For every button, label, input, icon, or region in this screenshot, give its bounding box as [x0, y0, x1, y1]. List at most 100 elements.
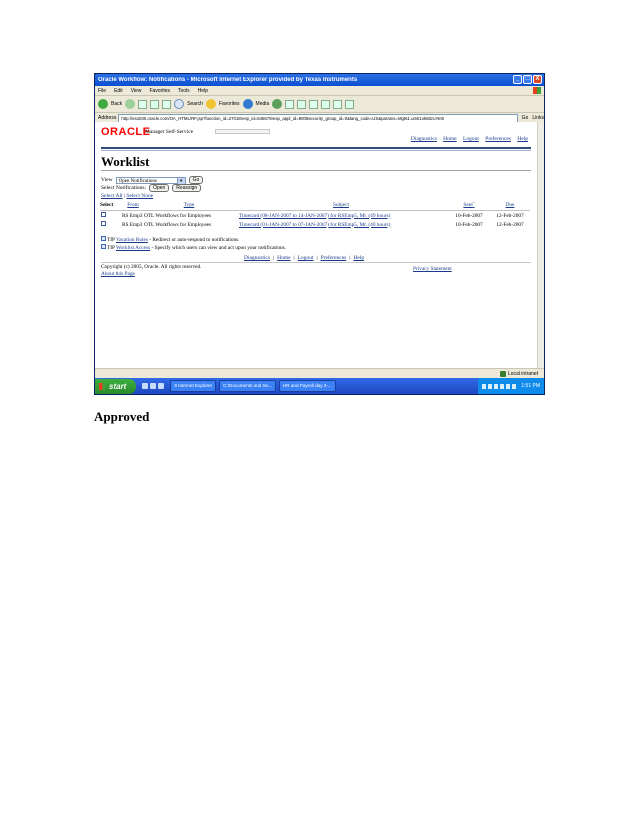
- column-header-type[interactable]: Type: [144, 202, 234, 211]
- worklist-access-link[interactable]: Worklist Access: [116, 245, 150, 251]
- column-header-subject[interactable]: Subject: [234, 202, 448, 211]
- footer-divider: [101, 262, 531, 263]
- tip-icon: [101, 236, 106, 241]
- column-header-due[interactable]: Due: [490, 202, 530, 211]
- close-button[interactable]: X: [533, 75, 542, 84]
- tray-icon[interactable]: [494, 383, 499, 389]
- address-go-button[interactable]: Go: [520, 115, 531, 121]
- tray-icon[interactable]: [488, 383, 493, 389]
- global-link-help[interactable]: Help: [517, 136, 528, 142]
- taskbar-item-hr-payroll[interactable]: HR and Payroll day 3-...: [278, 380, 336, 392]
- maximize-button[interactable]: □: [523, 75, 532, 84]
- tray-icon[interactable]: [500, 383, 505, 389]
- quick-launch-icon[interactable]: [150, 383, 157, 389]
- selection-links: Select All | Select None: [101, 193, 153, 199]
- global-link-preferences[interactable]: Preferences: [485, 136, 511, 142]
- minimize-button[interactable]: _: [513, 75, 522, 84]
- menu-edit[interactable]: Edit: [114, 88, 123, 94]
- home-icon[interactable]: [162, 99, 172, 109]
- messenger-icon[interactable]: [345, 99, 355, 109]
- about-page-link[interactable]: About this Page: [101, 271, 135, 277]
- column-header-from[interactable]: From: [122, 202, 144, 211]
- view-select[interactable]: Open Notifications ▼: [115, 176, 186, 184]
- forward-arrow-icon[interactable]: [125, 99, 136, 109]
- history-icon[interactable]: [272, 99, 283, 109]
- tray-icon[interactable]: [512, 383, 517, 389]
- open-button[interactable]: Open: [149, 184, 170, 192]
- copyright-text: Copyright (c) 2005, Oracle. All rights r…: [101, 264, 202, 270]
- menu-tools[interactable]: Tools: [178, 88, 190, 94]
- folder-icon[interactable]: [333, 99, 343, 109]
- vertical-scrollbar[interactable]: [537, 122, 544, 368]
- stop-icon[interactable]: [138, 99, 148, 109]
- tray-icon[interactable]: [506, 383, 511, 389]
- media-button-label[interactable]: Media: [256, 101, 270, 107]
- footer-link-diagnostics[interactable]: Diagnostics: [244, 255, 270, 261]
- vacation-rules-link[interactable]: Vacation Rules: [116, 237, 148, 243]
- brand-decoration: [215, 129, 270, 134]
- view-go-button[interactable]: Go: [188, 176, 204, 184]
- selection-separator: |: [123, 193, 126, 199]
- row-type: OTL Workflows for Employees: [144, 221, 212, 228]
- tray-icon[interactable]: [482, 383, 487, 389]
- menu-file[interactable]: File: [98, 88, 106, 94]
- menu-help[interactable]: Help: [198, 88, 208, 94]
- global-link-diagnostics[interactable]: Diagnostics: [411, 136, 437, 142]
- title-bar: Oracle Workflow: Notifications - Microso…: [95, 74, 544, 86]
- tip-vacation-rules: TIP Vacation Rules - Redirect or auto-re…: [101, 236, 286, 244]
- row-checkbox[interactable]: [101, 212, 106, 217]
- view-label: View: [101, 177, 113, 183]
- refresh-icon[interactable]: [150, 99, 160, 109]
- tip-text: - Specify which users can view and act u…: [150, 245, 287, 251]
- favorites-button-label[interactable]: Favorites: [219, 101, 240, 107]
- select-none-link[interactable]: Select None: [126, 193, 153, 199]
- security-zone-label: Local intranet: [507, 371, 538, 377]
- start-button[interactable]: start: [95, 378, 137, 394]
- windows-logo-icon: [533, 87, 541, 94]
- quick-launch-icon[interactable]: [158, 383, 165, 389]
- page-content: ORACLE Manager Self-Service Diagnostics …: [95, 122, 538, 368]
- menu-favorites[interactable]: Favorites: [149, 88, 170, 94]
- back-arrow-icon[interactable]: [98, 99, 108, 109]
- chevron-down-icon[interactable]: ▼: [176, 177, 185, 184]
- tip-label: TIP: [107, 237, 115, 243]
- system-tray: 1:51 PM: [478, 378, 544, 394]
- edit-icon[interactable]: [309, 99, 319, 109]
- footer-link-preferences[interactable]: Preferences: [321, 255, 347, 261]
- search-button-label[interactable]: Search: [187, 101, 203, 107]
- taskbar-item-internet-explorer[interactable]: 9 Internet Explorer: [170, 380, 217, 392]
- global-link-logout[interactable]: Logout: [463, 136, 479, 142]
- menu-view[interactable]: View: [131, 88, 142, 94]
- global-link-home[interactable]: Home: [443, 136, 456, 142]
- media-icon[interactable]: [242, 99, 253, 109]
- back-button-label[interactable]: Back: [111, 101, 122, 107]
- taskbar-item-documents[interactable]: C:\Documents and Se...: [219, 380, 276, 392]
- windows-logo-icon: [99, 382, 106, 390]
- print-icon[interactable]: [297, 99, 307, 109]
- row-sent: 10-Feb-2007: [455, 212, 483, 219]
- favorites-star-icon[interactable]: [205, 99, 216, 109]
- row-type: OTL Workflows for Employees: [144, 212, 212, 219]
- footer-link-logout[interactable]: Logout: [298, 255, 314, 261]
- links-toolbar[interactable]: Links: [532, 115, 544, 121]
- tip-worklist-access: TIP Worklist Access - Specify which user…: [101, 244, 286, 252]
- privacy-statement-link[interactable]: Privacy Statement: [413, 266, 452, 272]
- select-all-link[interactable]: Select All: [101, 193, 123, 199]
- row-sent: 10-Feb-2007: [455, 221, 483, 228]
- mail-icon[interactable]: [285, 99, 295, 109]
- row-checkbox[interactable]: [101, 221, 106, 226]
- row-due: 12-Feb-2007: [496, 221, 524, 228]
- security-zone: Local intranet: [499, 371, 538, 377]
- column-header-sent[interactable]: Sentˇ: [448, 202, 490, 211]
- global-links: Diagnostics Home Logout Preferences Help: [406, 136, 528, 142]
- reassign-button[interactable]: Reassign: [172, 184, 202, 192]
- oracle-logo: ORACLE: [101, 126, 151, 138]
- search-icon[interactable]: [174, 99, 185, 109]
- discuss-icon[interactable]: [321, 99, 331, 109]
- footer-link-home[interactable]: Home: [277, 255, 290, 261]
- footer-link-help[interactable]: Help: [353, 255, 364, 261]
- footer-separator: |: [316, 255, 318, 261]
- row-subject-link[interactable]: Timecard (01-JAN-2007 to 07-JAN-2007) fo…: [239, 222, 390, 228]
- row-subject-link[interactable]: Timecard (08-JAN-2007 to 14-JAN-2007) fo…: [239, 213, 390, 219]
- quick-launch-icon[interactable]: [142, 383, 149, 389]
